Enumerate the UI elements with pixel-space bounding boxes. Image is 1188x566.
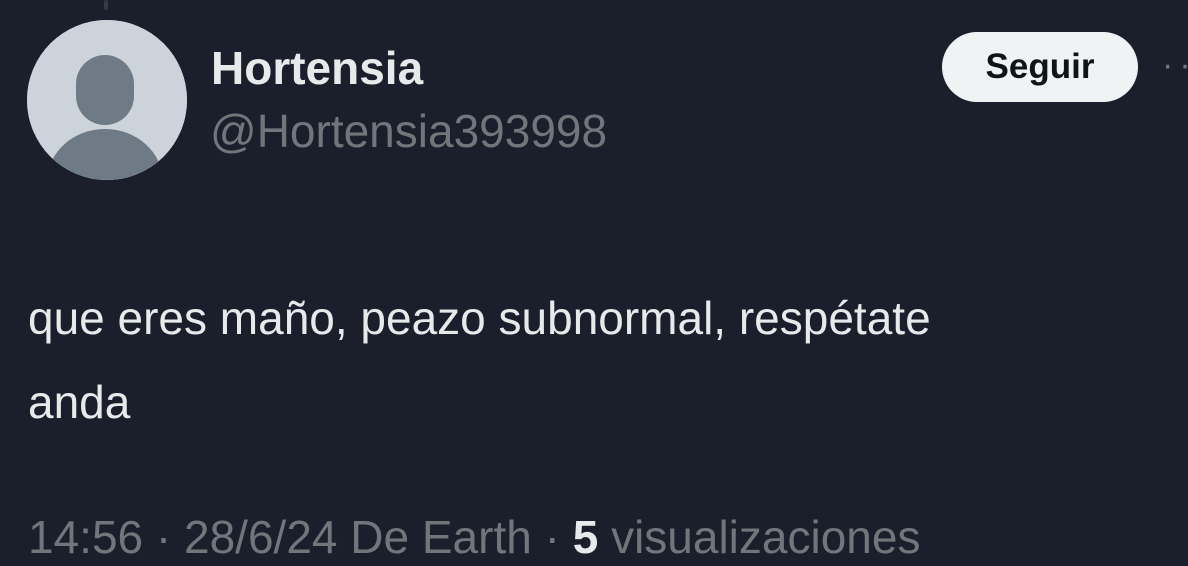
tweet-text: que eres maño, peazo subnormal, respétat… [28, 276, 1188, 444]
tweet: Hortensia @Hortensia393998 Seguir ·· que… [0, 0, 1188, 563]
meta-separator: · [531, 511, 573, 563]
author-handle[interactable]: @Hortensia393998 [210, 102, 607, 160]
default-avatar-icon[interactable] [27, 20, 187, 180]
views-label[interactable]: visualizaciones [598, 511, 920, 563]
tweet-meta: 14:56 · 28/6/24 De Earth · 5 visualizaci… [28, 508, 920, 566]
tweet-date-source[interactable]: 28/6/24 De Earth [184, 511, 532, 563]
follow-button[interactable]: Seguir [942, 32, 1138, 102]
thread-line [104, 0, 108, 10]
tweet-text-line-1: que eres maño, peazo subnormal, respétat… [28, 292, 931, 344]
more-options-icon[interactable]: ·· [1162, 48, 1188, 82]
meta-separator: · [143, 511, 185, 563]
tweet-text-line-2: anda [28, 376, 131, 428]
views-count[interactable]: 5 [573, 511, 599, 563]
author-display-name[interactable]: Hortensia [211, 40, 423, 96]
tweet-time[interactable]: 14:56 [28, 511, 143, 563]
